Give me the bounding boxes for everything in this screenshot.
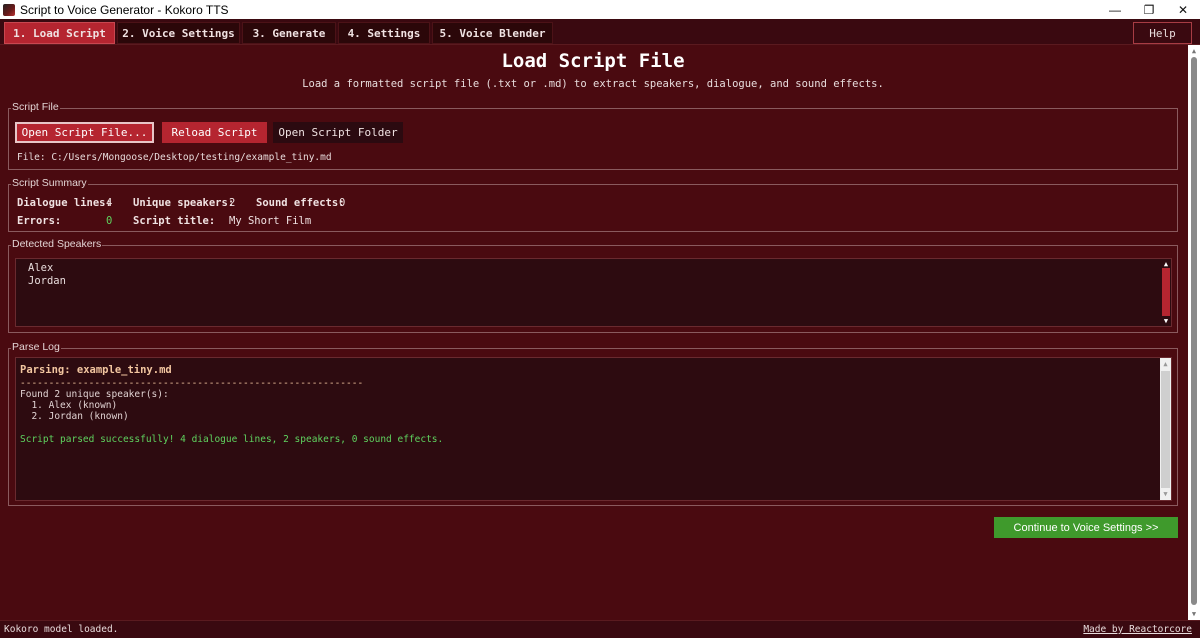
script-title-label: Script title: bbox=[133, 215, 216, 227]
open-script-folder-button[interactable]: Open Script Folder bbox=[273, 122, 403, 143]
speakers-listbox[interactable]: Alex Jordan ▲ ▼ bbox=[15, 258, 1172, 327]
sound-effects-label: Sound effects: bbox=[256, 197, 345, 209]
log-speaker-2: 2. Jordan (known) bbox=[20, 411, 129, 422]
status-bar: Kokoro model loaded. Made by Reactorcore bbox=[0, 620, 1200, 638]
parse-log-legend: Parse Log bbox=[11, 341, 61, 353]
list-item[interactable]: Alex bbox=[28, 262, 53, 274]
log-speaker-1: 1. Alex (known) bbox=[20, 400, 118, 411]
minimize-icon[interactable]: — bbox=[1098, 0, 1132, 19]
speakers-scroll-thumb[interactable] bbox=[1162, 268, 1170, 316]
tab-voice-settings[interactable]: 2. Voice Settings bbox=[117, 22, 240, 44]
log-success: Script parsed successfully! 4 dialogue l… bbox=[20, 434, 444, 445]
file-path-label: File: C:/Users/Mongoose/Desktop/testing/… bbox=[17, 152, 332, 163]
parse-log-textbox[interactable]: Parsing: example_tiny.md ---------------… bbox=[15, 357, 1172, 501]
errors-value: 0 bbox=[106, 215, 113, 227]
errors-label: Errors: bbox=[17, 215, 62, 227]
detected-speakers-legend: Detected Speakers bbox=[11, 238, 103, 250]
tab-generate[interactable]: 3. Generate bbox=[242, 22, 336, 44]
help-button[interactable]: Help bbox=[1133, 22, 1192, 44]
tab-bar: 1. Load Script 2. Voice Settings 3. Gene… bbox=[0, 19, 1200, 45]
dialogue-lines-label: Dialogue lines: bbox=[17, 197, 112, 209]
scroll-up-icon[interactable]: ▲ bbox=[1160, 359, 1171, 369]
script-title-value: My Short Film bbox=[229, 215, 312, 227]
log-heading: Parsing: example_tiny.md bbox=[20, 364, 172, 376]
log-scroll-thumb[interactable] bbox=[1161, 371, 1170, 488]
app-logo-icon bbox=[3, 3, 15, 16]
dialogue-lines-value: 4 bbox=[106, 197, 113, 209]
log-separator: ----------------------------------------… bbox=[20, 378, 364, 389]
made-by-link[interactable]: Made by Reactorcore bbox=[1083, 624, 1192, 635]
script-summary-legend: Script Summary bbox=[11, 177, 88, 189]
page-title: Load Script File bbox=[501, 50, 685, 72]
reload-script-button[interactable]: Reload Script bbox=[162, 122, 267, 143]
log-found-speakers: Found 2 unique speaker(s): bbox=[20, 389, 169, 400]
log-scrollbar[interactable]: ▲ ▼ bbox=[1160, 358, 1171, 500]
scroll-down-icon[interactable]: ▼ bbox=[1160, 489, 1171, 499]
continue-to-voice-settings-button[interactable]: Continue to Voice Settings >> bbox=[994, 517, 1178, 538]
open-script-file-button[interactable]: Open Script File... bbox=[15, 122, 154, 143]
page-scrollbar[interactable]: ▲ ▼ bbox=[1188, 45, 1200, 620]
speakers-scrollbar[interactable]: ▲ ▼ bbox=[1161, 259, 1171, 326]
tab-load-script[interactable]: 1. Load Script bbox=[4, 22, 115, 44]
unique-speakers-value: 2 bbox=[229, 197, 236, 209]
tab-settings[interactable]: 4. Settings bbox=[338, 22, 430, 44]
status-text: Kokoro model loaded. bbox=[4, 624, 119, 635]
tab-voice-blender[interactable]: 5. Voice Blender bbox=[432, 22, 553, 44]
page-description: Load a formatted script file (.txt or .m… bbox=[302, 78, 884, 90]
unique-speakers-label: Unique speakers: bbox=[133, 197, 235, 209]
close-icon[interactable]: ✕ bbox=[1166, 0, 1200, 19]
window-title: Script to Voice Generator - Kokoro TTS bbox=[20, 2, 229, 17]
script-file-legend: Script File bbox=[11, 101, 60, 113]
scroll-down-icon[interactable]: ▼ bbox=[1161, 316, 1171, 326]
sound-effects-value: 0 bbox=[339, 197, 346, 209]
scroll-up-icon[interactable]: ▲ bbox=[1189, 46, 1199, 56]
list-item[interactable]: Jordan bbox=[28, 275, 66, 287]
restore-icon[interactable]: ❐ bbox=[1132, 0, 1166, 19]
window-titlebar: Script to Voice Generator - Kokoro TTS —… bbox=[0, 0, 1200, 19]
page-scroll-thumb[interactable] bbox=[1191, 57, 1197, 605]
scroll-down-icon[interactable]: ▼ bbox=[1189, 609, 1199, 619]
